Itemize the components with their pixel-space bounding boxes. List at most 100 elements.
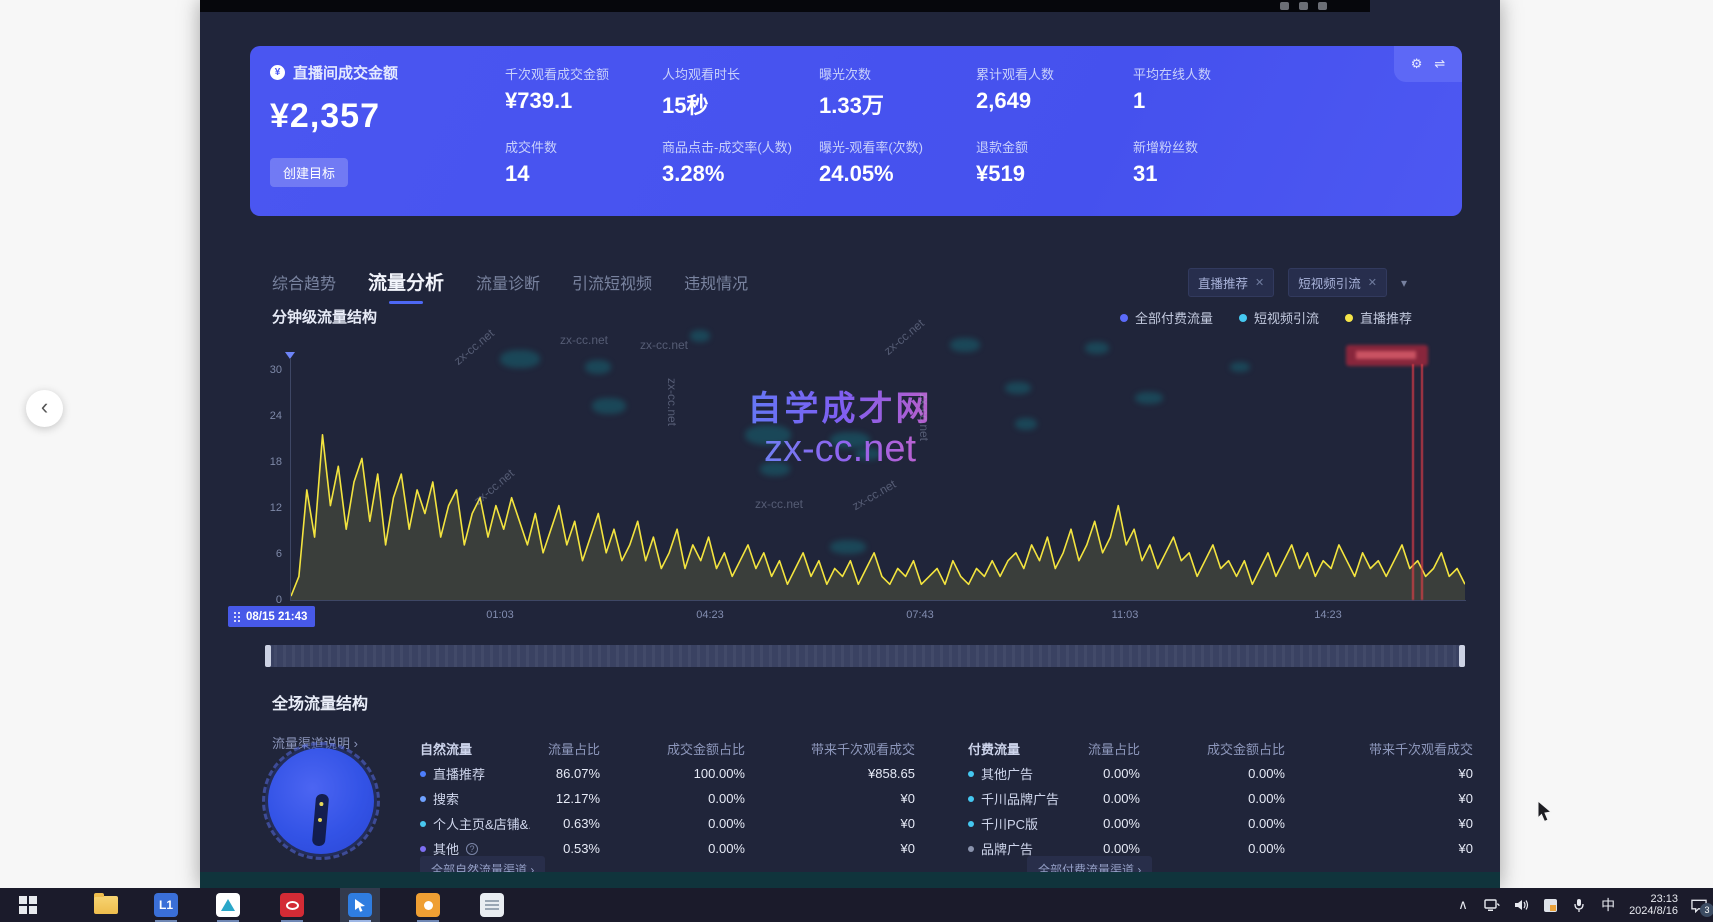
dashboard-window: ¥ 直播间成交金额 ¥2,357 创建目标 千次观看成交金额¥739.1 人均观…: [200, 0, 1500, 888]
file-explorer-icon[interactable]: [92, 891, 120, 919]
notification-badge: 3: [1700, 903, 1713, 917]
chart-title: 分钟级流量结构: [272, 306, 377, 327]
metric-value: 14: [505, 161, 662, 187]
metric-label: 千次观看成交金额: [505, 64, 662, 83]
column-header: 成交金额占比: [600, 739, 745, 758]
tab-traffic-diagnosis[interactable]: 流量诊断: [476, 270, 540, 294]
close-icon[interactable]: ✕: [1368, 276, 1377, 289]
video-top-bar: [200, 0, 1370, 12]
x-tick: 11:03: [1112, 609, 1139, 621]
table-row: 个人主页&店铺&.. 0.63% 0.00% ¥0: [420, 811, 915, 836]
chevron-down-icon[interactable]: ▾: [1401, 276, 1407, 290]
tray-app-icon[interactable]: [1542, 897, 1558, 913]
gear-icon[interactable]: ⚙: [1411, 56, 1423, 72]
traffic-line-chart[interactable]: [291, 364, 1465, 600]
metric-label: 累计观看人数: [976, 64, 1133, 83]
banner-title: 直播间成交金额: [293, 62, 398, 83]
mouse-cursor: [1536, 800, 1556, 824]
tab-overall-trend[interactable]: 综合趋势: [272, 270, 336, 294]
artifact-blob: [830, 540, 866, 554]
app-orange-icon[interactable]: [414, 891, 442, 919]
network-icon[interactable]: [1484, 897, 1500, 913]
series-dot: [968, 846, 974, 852]
artifact-blob: [760, 462, 790, 476]
app-l1-icon[interactable]: L1: [152, 891, 180, 919]
donut-label: [312, 794, 329, 847]
x-axis: [290, 600, 1466, 601]
swap-icon[interactable]: ⇌: [1434, 56, 1445, 72]
traffic-donut-chart[interactable]: [268, 748, 374, 854]
microphone-icon[interactable]: [1571, 897, 1587, 913]
artifact-blob: [745, 425, 791, 445]
artifact-blob: [1085, 342, 1109, 354]
metric-value: 3.28%: [662, 161, 819, 187]
brush-handle-right[interactable]: [1459, 645, 1465, 667]
legend-short-video[interactable]: 短视频引流: [1239, 308, 1319, 327]
notification-icon[interactable]: 3: [1691, 897, 1707, 913]
range-start-handle[interactable]: 08/15 21:43: [228, 606, 315, 627]
metric-value: 1.33万: [819, 88, 976, 120]
artifact-blob: [585, 360, 611, 374]
app-red-icon[interactable]: [278, 891, 306, 919]
artifact-blob: [950, 338, 980, 352]
video-overlay-icons: [1280, 2, 1327, 10]
tab-traffic-analysis[interactable]: 流量分析: [368, 268, 444, 295]
column-header: 自然流量: [420, 739, 530, 758]
prev-arrow-button[interactable]: ‹: [26, 390, 63, 427]
metric-label: 成交件数: [505, 137, 662, 156]
clock-date: 2024/8/16: [1629, 905, 1678, 918]
filter-tag-live-recommend[interactable]: 直播推荐✕: [1188, 268, 1274, 297]
create-goal-button[interactable]: 创建目标: [270, 158, 348, 187]
watermark-small: zx-cc.net: [560, 333, 608, 347]
coin-icon: ¥: [270, 65, 285, 80]
app-teal-icon[interactable]: [214, 891, 242, 919]
filter-tagbar: 直播推荐✕ 短视频引流✕ ▾: [1188, 268, 1407, 297]
artifact-blob: [830, 432, 870, 448]
tab-violations[interactable]: 违规情况: [684, 270, 748, 294]
legend-live-recommend[interactable]: 直播推荐: [1345, 308, 1412, 327]
y-tick: 24: [252, 410, 282, 422]
legend-paid-traffic[interactable]: 全部付费流量: [1120, 308, 1213, 327]
column-header: 带来千次观看成交: [745, 739, 915, 758]
table-row: 其他广告 0.00% 0.00% ¥0: [968, 761, 1473, 786]
drag-grip-icon: [233, 611, 241, 623]
brush-handle-left[interactable]: [265, 645, 271, 667]
start-button[interactable]: [14, 891, 42, 919]
y-tick: 12: [252, 502, 282, 514]
watermark-small: zx-cc.net: [640, 338, 688, 352]
watermark-small: zx-cc.net: [881, 316, 927, 358]
metric-label: 退款金额: [976, 137, 1133, 156]
series-dot: [420, 821, 426, 827]
tab-short-video[interactable]: 引流短视频: [572, 270, 652, 294]
notepad-icon[interactable]: [478, 891, 506, 919]
close-icon[interactable]: ✕: [1255, 276, 1264, 289]
app-browser-active-icon[interactable]: [346, 891, 374, 919]
x-tick: 07:43: [906, 609, 934, 621]
tray-expand-icon[interactable]: ∧: [1455, 897, 1471, 913]
red-marker-line: [1412, 364, 1414, 600]
filter-tag-short-video[interactable]: 短视频引流✕: [1288, 268, 1387, 297]
artifact-blob: [1135, 392, 1163, 404]
x-tick: 01:03: [486, 609, 514, 621]
analysis-tabs: 综合趋势 流量分析 流量诊断 引流短视频 违规情况: [272, 268, 748, 295]
ime-indicator[interactable]: 中: [1600, 897, 1616, 913]
datazoom-brush[interactable]: [265, 645, 1465, 667]
info-icon[interactable]: ?: [466, 843, 478, 855]
metric-value: 1: [1133, 88, 1290, 114]
column-header: 带来千次观看成交: [1285, 739, 1473, 758]
volume-icon[interactable]: [1513, 897, 1529, 913]
legend-dot: [1239, 314, 1247, 322]
artifact-blob: [500, 350, 540, 368]
clock[interactable]: 23:13 2024/8/16: [1629, 893, 1678, 918]
series-dot: [968, 796, 974, 802]
section-title: 全场流量结构: [272, 690, 368, 714]
column-header: 流量占比: [1070, 739, 1140, 758]
video-bottom-bar: [200, 872, 1500, 888]
table-row: 千川品牌广告 0.00% 0.00% ¥0: [968, 786, 1473, 811]
kpi-banner: ¥ 直播间成交金额 ¥2,357 创建目标 千次观看成交金额¥739.1 人均观…: [250, 46, 1462, 216]
artifact-blob: [690, 330, 710, 342]
x-tick: 14:23: [1314, 609, 1342, 621]
system-tray: ∧ 中 23:13 2024/8/16 3: [1455, 888, 1707, 922]
artifact-blob: [1230, 362, 1250, 372]
banner-title-row: ¥ 直播间成交金额: [270, 62, 398, 83]
